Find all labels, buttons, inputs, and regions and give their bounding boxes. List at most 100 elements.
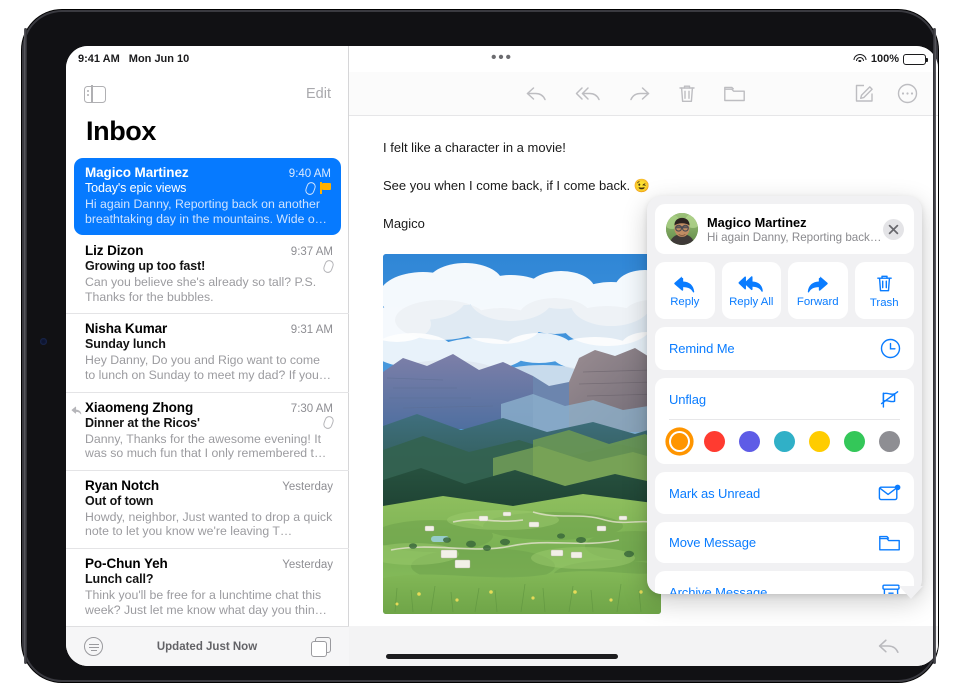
remind-me-label: Remind Me bbox=[669, 341, 735, 356]
mail-sidebar: Edit Inbox Magico Martinez 9:40 AM Today's… bbox=[66, 46, 349, 666]
copy-icon[interactable] bbox=[311, 636, 331, 657]
contact-avatar bbox=[666, 213, 698, 245]
sidebar-toggle-icon[interactable] bbox=[84, 84, 106, 104]
mail-item-subject-row: Sunday lunch bbox=[85, 337, 333, 351]
mail-item-badges bbox=[322, 414, 335, 431]
wifi-icon bbox=[853, 53, 867, 65]
attachment-icon bbox=[322, 258, 335, 274]
forward-button[interactable]: Forward bbox=[788, 262, 848, 319]
mail-list-item[interactable]: Po-Chun Yeh Yesterday Lunch call? Think you… bbox=[66, 549, 349, 628]
popover-tail bbox=[899, 586, 923, 599]
archive-message-row[interactable]: Archive Message bbox=[655, 571, 914, 594]
forward-icon[interactable] bbox=[627, 84, 651, 104]
folder-icon[interactable] bbox=[723, 84, 746, 103]
compose-icon[interactable] bbox=[854, 83, 875, 104]
popover-quick-actions: Reply Reply All Forward Trash bbox=[655, 262, 914, 319]
battery-icon bbox=[903, 53, 929, 65]
message-bottom-toolbar bbox=[349, 626, 938, 666]
mail-preview: Danny, Thanks for the awesome evening! I… bbox=[85, 431, 327, 461]
reply-button-label: Reply bbox=[670, 295, 700, 308]
remind-me-row[interactable]: Remind Me bbox=[655, 327, 914, 370]
mail-list-item[interactable]: Liz Dizon 9:37 AM Growing up too fast! Can … bbox=[66, 236, 349, 315]
mail-timestamp: 9:40 AM bbox=[288, 168, 331, 180]
remind-me-card: Remind Me bbox=[655, 327, 914, 370]
status-bar: 9:41 AM Mon Jun 10 ••• 100% bbox=[66, 46, 938, 72]
mail-item-subject-row: Lunch call? bbox=[85, 572, 333, 586]
mail-message-list[interactable]: Magico Martinez 9:40 AM Today's epic views… bbox=[66, 158, 349, 648]
ipad-screen: 9:41 AM Mon Jun 10 ••• 100% Edit Inbox M… bbox=[66, 46, 938, 666]
mail-timestamp: Yesterday bbox=[282, 480, 333, 493]
reply-all-icon[interactable] bbox=[575, 84, 601, 104]
flag-color-orange[interactable] bbox=[669, 431, 690, 452]
mail-item-header: Magico Martinez 9:40 AM bbox=[85, 165, 331, 180]
body-paragraph: See you when I come back, if I come back… bbox=[383, 178, 650, 193]
flag-color-purple[interactable] bbox=[739, 431, 760, 452]
home-indicator[interactable] bbox=[386, 654, 618, 659]
flag-color-gray[interactable] bbox=[879, 431, 900, 452]
trash-icon[interactable] bbox=[677, 83, 697, 105]
mail-item-header: Xiaomeng Zhong 7:30 AM bbox=[85, 400, 333, 415]
flag-card: Unflag bbox=[655, 378, 914, 464]
mail-subject: Out of town bbox=[85, 493, 154, 508]
page-title: Inbox bbox=[86, 116, 156, 146]
trash-button-label: Trash bbox=[869, 296, 899, 309]
mail-subject: Lunch call? bbox=[85, 571, 154, 586]
flag-color-yellow[interactable] bbox=[809, 431, 830, 452]
flag-color-teal[interactable] bbox=[774, 431, 795, 452]
move-message-label: Move Message bbox=[669, 535, 756, 550]
mail-timestamp: 9:31 AM bbox=[290, 324, 333, 337]
mark-as-unread-row[interactable]: Mark as Unread bbox=[655, 472, 914, 514]
mail-sender: Nisha Kumar bbox=[85, 321, 168, 337]
reply-button[interactable]: Reply bbox=[655, 262, 715, 319]
move-message-row[interactable]: Move Message bbox=[655, 522, 914, 563]
popover-header-card: Magico Martinez Hi again Danny, Reportin… bbox=[655, 204, 914, 254]
flag-color-green[interactable] bbox=[844, 431, 865, 452]
popover-sender-name: Magico Martinez bbox=[707, 214, 807, 230]
battery-percent-label: 100% bbox=[870, 53, 899, 65]
mail-sender: Xiaomeng Zhong bbox=[85, 399, 194, 415]
edit-button[interactable]: Edit bbox=[306, 86, 331, 102]
popover-message-preview: Hi again Danny, Reporting back o… bbox=[707, 230, 883, 244]
mail-list-item[interactable]: Magico Martinez 9:40 AM Today's epic views… bbox=[74, 158, 341, 236]
message-toolbar bbox=[349, 72, 938, 116]
reply-icon[interactable] bbox=[525, 84, 549, 104]
reply-icon[interactable] bbox=[877, 636, 902, 657]
multitask-dots-icon[interactable]: ••• bbox=[491, 50, 513, 65]
trash-button[interactable]: Trash bbox=[854, 262, 914, 319]
mail-list-item[interactable]: Nisha Kumar 9:31 AM Sunday lunch Hey Danny,… bbox=[66, 314, 349, 393]
filter-icon[interactable] bbox=[84, 637, 103, 656]
flag-color-red[interactable] bbox=[704, 431, 725, 452]
close-icon[interactable] bbox=[883, 218, 904, 240]
clock-icon bbox=[880, 338, 901, 359]
mail-item-subject-row: Dinner at the Ricos' bbox=[85, 414, 335, 431]
attachment-icon bbox=[322, 414, 335, 431]
replied-icon bbox=[71, 403, 82, 414]
mail-list-item[interactable]: Xiaomeng Zhong 7:30 AM Dinner at the Ricos… bbox=[66, 393, 349, 471]
popover-header: Magico Martinez Hi again Danny, Reportin… bbox=[655, 204, 914, 254]
archive-message-label: Archive Message bbox=[669, 585, 768, 594]
mail-item-subject-row: Today's epic views bbox=[85, 180, 331, 196]
mark-as-unread-label: Mark as Unread bbox=[669, 485, 761, 501]
envelope-badge-icon bbox=[878, 483, 901, 503]
mail-preview: Can you believe she's already so tall? P… bbox=[85, 275, 317, 304]
sidebar-toolbar: Edit bbox=[66, 72, 349, 116]
mail-subject: Sunday lunch bbox=[85, 337, 166, 352]
mail-timestamp: 7:30 AM bbox=[290, 402, 333, 415]
mountain-landscape-photo[interactable] bbox=[383, 254, 661, 614]
archivebox-icon bbox=[881, 582, 901, 594]
mail-sender: Magico Martinez bbox=[85, 165, 189, 180]
sidebar-bottom-toolbar: Updated Just Now bbox=[66, 626, 349, 666]
message-toolbar-actions bbox=[525, 83, 746, 105]
mail-list-item[interactable]: Ryan Notch Yesterday Out of town Howdy, nei… bbox=[66, 471, 349, 549]
mail-subject: Growing up too fast! bbox=[85, 259, 206, 274]
body-paragraph: I felt like a character in a movie! bbox=[383, 140, 566, 155]
unflag-row[interactable]: Unflag bbox=[655, 378, 914, 419]
mail-sender: Ryan Notch bbox=[85, 477, 160, 493]
mail-preview: Hey Danny, Do you and Rigo want to come … bbox=[85, 353, 332, 382]
flag-icon bbox=[320, 182, 331, 194]
reply-all-button[interactable]: Reply All bbox=[721, 262, 781, 319]
more-circle-icon[interactable] bbox=[897, 83, 918, 104]
mail-item-header: Liz Dizon 9:37 AM bbox=[85, 243, 333, 258]
mail-item-badges bbox=[322, 258, 335, 274]
forward-button-label: Forward bbox=[796, 295, 839, 308]
